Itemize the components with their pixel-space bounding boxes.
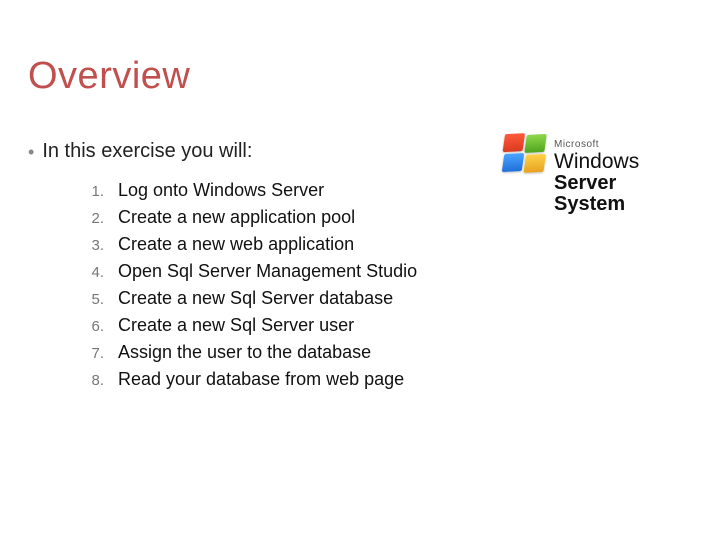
step-text: Create a new Sql Server database bbox=[118, 288, 393, 309]
windows-flag-icon bbox=[499, 132, 549, 178]
step-text: Open Sql Server Management Studio bbox=[118, 261, 417, 282]
list-item: 2. Create a new application pool bbox=[64, 207, 444, 228]
list-item: 8. Read your database from web page bbox=[64, 369, 444, 390]
intro-text: In this exercise you will: bbox=[42, 140, 252, 163]
step-number: 5. bbox=[64, 291, 104, 308]
step-text: Create a new application pool bbox=[118, 207, 355, 228]
bullet-icon: • bbox=[28, 143, 34, 161]
logo-brand-small: Microsoft bbox=[554, 139, 690, 150]
list-item: 3. Create a new web application bbox=[64, 234, 444, 255]
step-number: 8. bbox=[64, 372, 104, 389]
logo-text: Microsoft Windows Server System bbox=[554, 139, 690, 215]
windows-server-system-logo: Microsoft Windows Server System bbox=[490, 133, 690, 248]
step-text: Read your database from web page bbox=[118, 369, 404, 390]
step-number: 3. bbox=[64, 237, 104, 254]
step-number: 1. bbox=[64, 183, 104, 200]
list-item: 4. Open Sql Server Management Studio bbox=[64, 261, 444, 282]
slide: Overview • In this exercise you will: 1.… bbox=[0, 0, 720, 540]
steps-list: 1. Log onto Windows Server 2. Create a n… bbox=[64, 180, 444, 396]
step-number: 7. bbox=[64, 345, 104, 362]
step-text: Create a new Sql Server user bbox=[118, 315, 354, 336]
step-number: 6. bbox=[64, 318, 104, 335]
list-item: 5. Create a new Sql Server database bbox=[64, 288, 444, 309]
intro-line: • In this exercise you will: bbox=[28, 140, 252, 163]
logo-line-server-system: Server System bbox=[554, 173, 690, 215]
step-number: 2. bbox=[64, 210, 104, 227]
step-text: Log onto Windows Server bbox=[118, 180, 324, 201]
logo-line-windows: Windows bbox=[554, 151, 690, 173]
list-item: 6. Create a new Sql Server user bbox=[64, 315, 444, 336]
list-item: 1. Log onto Windows Server bbox=[64, 180, 444, 201]
step-text: Create a new web application bbox=[118, 234, 354, 255]
list-item: 7. Assign the user to the database bbox=[64, 342, 444, 363]
step-text: Assign the user to the database bbox=[118, 342, 371, 363]
slide-title: Overview bbox=[28, 55, 190, 98]
step-number: 4. bbox=[64, 264, 104, 281]
